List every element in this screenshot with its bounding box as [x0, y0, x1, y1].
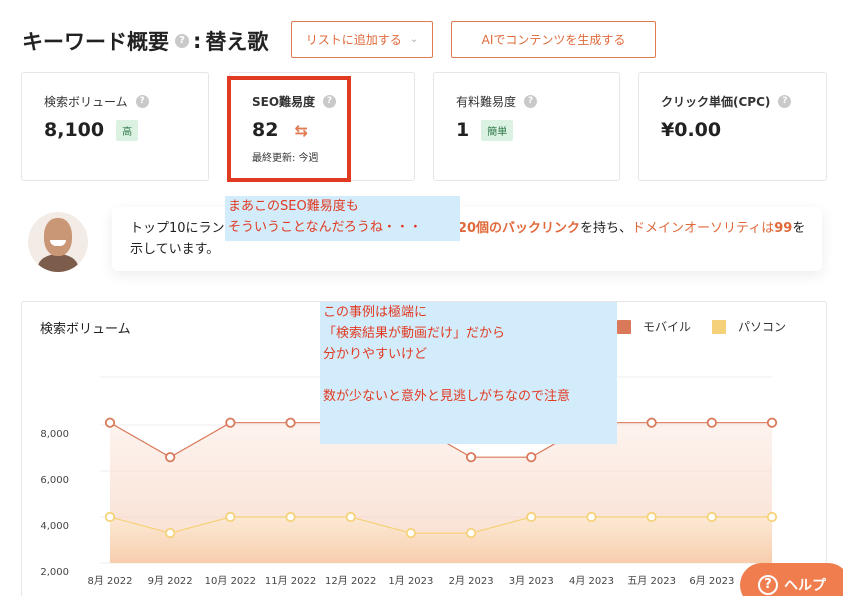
x-tick-label: 6月 2023 — [689, 575, 734, 587]
point-desktop — [225, 511, 236, 523]
x-tick-label: 2月 2023 — [449, 575, 494, 587]
x-tick-label: 9月 2022 — [148, 575, 193, 587]
point-desktop — [766, 511, 778, 523]
point-mobile — [465, 452, 477, 463]
point-desktop — [586, 511, 597, 523]
x-tick-label: 1月 2023 — [388, 575, 433, 587]
x-tick-label: 11月 2022 — [265, 575, 316, 587]
point-mobile — [225, 417, 236, 428]
point-mobile — [646, 417, 657, 428]
point-desktop — [706, 511, 717, 523]
point-desktop — [526, 511, 537, 523]
x-tick-label: 12月 2022 — [325, 575, 376, 587]
help-label: ヘルプ — [784, 578, 826, 594]
point-mobile — [766, 417, 778, 428]
point-mobile — [526, 452, 537, 463]
point-mobile — [285, 417, 296, 428]
point-desktop — [405, 527, 417, 539]
point-mobile — [706, 417, 717, 428]
x-tick-label: 4月 2023 — [569, 575, 614, 587]
x-tick-label: 8月 2022 — [88, 575, 133, 587]
point-desktop — [465, 527, 477, 539]
question-icon: ? — [758, 575, 778, 595]
help-button[interactable]: ? ヘルプ — [740, 563, 843, 596]
point-desktop — [104, 511, 116, 523]
x-tick-label: 五月 2023 — [627, 575, 676, 587]
annotation-note-2: この事例は極端に 「検索結果が動画だけ」だから 分かりやすいけど 数が少ないと意… — [320, 302, 617, 444]
x-tick-label: 3月 2023 — [509, 575, 554, 587]
y-tick-label: 8,000 — [40, 429, 69, 440]
x-tick-label: 10月 2022 — [205, 575, 256, 587]
y-tick-label: 6,000 — [40, 475, 69, 486]
point-desktop — [165, 527, 176, 539]
point-desktop — [345, 511, 356, 523]
y-tick-label: 2,000 — [40, 567, 69, 578]
y-tick-label: 4,000 — [40, 521, 69, 532]
search-volume-chart: 2,000 4,000 6,000 8,000 8月 2022 9月 2022 10月 20… — [40, 376, 795, 587]
point-mobile — [104, 417, 116, 428]
point-mobile — [165, 452, 176, 463]
point-desktop — [646, 511, 657, 523]
point-desktop — [285, 511, 296, 523]
annotation-note-1: まあこのSEO難易度も そういうことなんだろうね・・・ — [225, 196, 460, 241]
